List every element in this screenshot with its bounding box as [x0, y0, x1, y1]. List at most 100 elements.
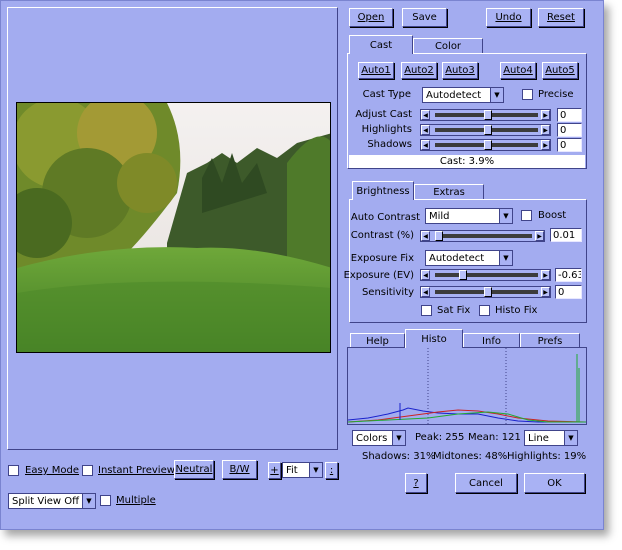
- tab-extras[interactable]: Extras: [414, 184, 484, 200]
- right-arrow-icon[interactable]: ▶: [541, 110, 550, 120]
- left-arrow-icon[interactable]: ◀: [421, 140, 430, 150]
- contrast-field[interactable]: 0.01: [550, 228, 582, 242]
- cancel-button[interactable]: Cancel: [455, 473, 517, 493]
- exposure-label: Exposure (EV): [343, 270, 414, 281]
- shadows-label: Shadows: [367, 139, 412, 150]
- tab-color[interactable]: Color: [413, 38, 483, 54]
- split-view-select[interactable]: Split View Off ▼: [8, 493, 96, 509]
- slider-thumb[interactable]: [459, 270, 467, 280]
- left-arrow-icon[interactable]: ◀: [421, 125, 430, 135]
- multiple-checkbox[interactable]: [100, 495, 111, 506]
- histo-fix-checkbox[interactable]: [479, 305, 490, 316]
- right-arrow-icon[interactable]: ▶: [541, 125, 550, 135]
- chevron-down-icon: ▼: [499, 251, 512, 265]
- auto3-button[interactable]: Auto3: [442, 62, 478, 79]
- slider-thumb[interactable]: [484, 287, 492, 297]
- right-arrow-icon[interactable]: ▶: [541, 140, 550, 150]
- right-arrow-icon[interactable]: ▶: [535, 231, 544, 241]
- auto-contrast-label: Auto Contrast: [350, 212, 420, 223]
- shadows-slider[interactable]: ◀ ▶: [420, 139, 551, 151]
- chevron-down-icon: ▼: [490, 88, 503, 102]
- highlights-readout: Highlights: 19%: [507, 451, 587, 462]
- cast-status: Cast: 3.9%: [349, 155, 585, 168]
- left-arrow-icon[interactable]: ◀: [421, 270, 430, 280]
- channel-value: Colors: [356, 432, 388, 444]
- histogram-plot: [347, 347, 587, 425]
- tab-cast[interactable]: Cast: [349, 35, 413, 54]
- right-arrow-icon[interactable]: ▶: [541, 270, 550, 280]
- histo-mode-select[interactable]: Line ▼: [524, 430, 578, 446]
- channel-select[interactable]: Colors ▼: [352, 430, 406, 446]
- precise-checkbox[interactable]: [522, 89, 533, 100]
- bw-button[interactable]: B/W: [222, 460, 257, 479]
- zoom-in-button[interactable]: +: [268, 462, 281, 479]
- shadows-field[interactable]: 0: [557, 138, 582, 152]
- contrast-slider[interactable]: ◀ ▶: [420, 230, 545, 242]
- right-arrow-icon[interactable]: ▶: [541, 287, 550, 297]
- cast-type-label: Cast Type: [362, 89, 411, 100]
- tab-info[interactable]: Info: [463, 333, 520, 348]
- save-button[interactable]: Save: [402, 8, 447, 27]
- sensitivity-slider[interactable]: ◀ ▶: [420, 286, 551, 298]
- exposure-fix-label: Exposure Fix: [350, 253, 414, 264]
- adjust-cast-label: Adjust Cast: [355, 109, 412, 120]
- instant-preview-checkbox[interactable]: [82, 465, 93, 476]
- auto4-button[interactable]: Auto4: [500, 62, 536, 79]
- easy-mode-checkbox[interactable]: [8, 465, 19, 476]
- chevron-down-icon: ▼: [82, 494, 95, 508]
- tab-help[interactable]: Help: [350, 333, 405, 348]
- left-arrow-icon[interactable]: ◀: [421, 287, 430, 297]
- histo-mode-value: Line: [528, 432, 549, 444]
- zoom-value: Fit: [286, 464, 298, 476]
- auto5-button[interactable]: Auto5: [542, 62, 578, 79]
- chevron-down-icon: ▼: [392, 431, 405, 445]
- sat-fix-label: Sat Fix: [437, 305, 471, 316]
- highlights-field[interactable]: 0: [557, 123, 582, 137]
- auto-contrast-select[interactable]: Mild ▼: [425, 208, 513, 224]
- ok-button[interactable]: OK: [524, 473, 585, 493]
- cast-type-value: Autodetect: [426, 89, 482, 101]
- exposure-fix-select[interactable]: Autodetect ▼: [425, 250, 513, 266]
- zoom-select[interactable]: Fit ▼: [282, 462, 323, 478]
- slider-thumb[interactable]: [484, 125, 492, 135]
- tab-histo[interactable]: Histo: [405, 329, 463, 348]
- adjust-cast-slider[interactable]: ◀ ▶: [420, 109, 551, 121]
- left-arrow-icon[interactable]: ◀: [421, 231, 430, 241]
- histo-fix-label: Histo Fix: [495, 305, 538, 316]
- zoom-out-button[interactable]: :: [325, 462, 338, 479]
- dialog-window: Open Save Undo Reset Cast Color Auto1 Au…: [0, 0, 604, 530]
- boost-label: Boost: [538, 210, 567, 221]
- exposure-field[interactable]: -0.63: [555, 268, 582, 282]
- midtones-readout: Midtones: 48%: [433, 451, 508, 462]
- auto-contrast-value: Mild: [429, 210, 450, 222]
- tab-brightness[interactable]: Brightness: [352, 181, 414, 200]
- chevron-down-icon: ▼: [564, 431, 577, 445]
- open-button[interactable]: Open: [349, 8, 393, 27]
- cast-type-select[interactable]: Autodetect ▼: [422, 87, 504, 103]
- mean-readout: Mean: 121: [468, 432, 521, 443]
- highlights-label: Highlights: [361, 124, 412, 135]
- slider-thumb[interactable]: [484, 140, 492, 150]
- auto1-button[interactable]: Auto1: [358, 62, 394, 79]
- boost-checkbox[interactable]: [521, 210, 532, 221]
- help-button[interactable]: ?: [405, 473, 427, 493]
- auto2-button[interactable]: Auto2: [401, 62, 437, 79]
- slider-thumb[interactable]: [484, 110, 492, 120]
- exposure-fix-value: Autodetect: [429, 252, 485, 264]
- preview-image: [16, 102, 331, 353]
- sensitivity-field[interactable]: 0: [555, 285, 582, 299]
- highlights-slider[interactable]: ◀ ▶: [420, 124, 551, 136]
- chevron-down-icon: ▼: [309, 463, 322, 477]
- split-view-value: Split View Off: [12, 495, 80, 507]
- shadows-readout: Shadows: 31%: [362, 451, 436, 462]
- reset-button[interactable]: Reset: [538, 8, 584, 27]
- tab-prefs[interactable]: Prefs: [520, 333, 580, 348]
- slider-thumb[interactable]: [435, 231, 443, 241]
- adjust-cast-field[interactable]: 0: [557, 108, 582, 122]
- undo-button[interactable]: Undo: [486, 8, 531, 27]
- left-arrow-icon[interactable]: ◀: [421, 110, 430, 120]
- exposure-slider[interactable]: ◀ ▶: [420, 269, 551, 281]
- sat-fix-checkbox[interactable]: [421, 305, 432, 316]
- neutral-button[interactable]: Neutral: [174, 460, 214, 479]
- chevron-down-icon: ▼: [499, 209, 512, 223]
